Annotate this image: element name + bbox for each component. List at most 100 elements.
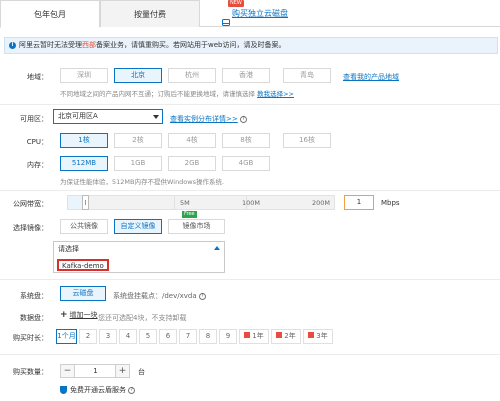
- region-option[interactable]: 香港: [222, 68, 270, 83]
- bandwidth-slider[interactable]: 5M 100M 200M: [67, 195, 335, 210]
- instance-distribution-link[interactable]: 查看实例分布详情>>: [170, 115, 238, 123]
- dropdown-option-kafka-demo[interactable]: Kafka-demo: [57, 259, 109, 271]
- zone-label: 可用区：: [20, 115, 48, 123]
- memory-option-selected[interactable]: 512MB: [60, 156, 108, 171]
- duration-option[interactable]: 6: [159, 329, 177, 344]
- tab-subscription[interactable]: 包年包月: [0, 0, 100, 28]
- duration-option[interactable]: 8: [199, 329, 217, 344]
- new-badge: NEW: [228, 0, 244, 7]
- cpu-option-selected[interactable]: 1核: [60, 133, 108, 148]
- notice-text-before: 阿里云暂时无法受理: [19, 41, 82, 49]
- duration-option[interactable]: 2: [79, 329, 97, 344]
- bandwidth-input[interactable]: 1: [344, 195, 374, 210]
- image-option-custom[interactable]: 自定义镜像: [114, 219, 162, 234]
- free-badge: Free: [182, 211, 197, 218]
- notice-bar: i 阿里云暂时无法受理西部备案业务，请慎重购买。若网站用于web访问，请及时备案…: [4, 37, 498, 54]
- plus-icon: +: [60, 310, 68, 320]
- dropdown-header[interactable]: 请选择: [54, 242, 224, 256]
- data-disk-hint: 您还可选配4块，不支持卸载: [98, 314, 187, 322]
- tab-buy-disk-label: 购买独立云磁盘: [232, 9, 288, 18]
- region-label: 地域：: [27, 73, 48, 81]
- dropdown-placeholder: 请选择: [58, 245, 79, 253]
- slider-tick: [174, 196, 175, 209]
- region-hint-text: 不同地域之间的产品内网不互通；订购后不能更换地域，请谨慎选择: [60, 90, 255, 98]
- memory-label: 内存：: [27, 161, 48, 169]
- duration-option-year[interactable]: 3年: [303, 329, 333, 344]
- region-option-selected[interactable]: 北京: [114, 68, 162, 83]
- tab-pay-as-you-go[interactable]: 按量付费: [100, 0, 200, 27]
- quantity-stepper: − 1 +: [60, 364, 130, 378]
- memory-option[interactable]: 2GB: [168, 156, 216, 171]
- cpu-option[interactable]: 8核: [222, 133, 270, 148]
- cpu-option[interactable]: 2核: [114, 133, 162, 148]
- bandwidth-label: 公网带宽：: [13, 200, 48, 208]
- duration-year-label: 1年: [252, 332, 264, 340]
- quantity-label: 购买数量：: [13, 368, 48, 376]
- divider: [0, 104, 500, 105]
- notice-highlight: 西部: [82, 41, 96, 49]
- security-label: 免费开通云盾服务: [70, 386, 126, 394]
- duration-option-selected[interactable]: 1个月: [56, 329, 77, 344]
- image-option-public[interactable]: 公共镜像: [60, 219, 108, 234]
- region-option[interactable]: 青岛: [283, 68, 331, 83]
- chevron-up-icon: [214, 246, 220, 250]
- region-hint: 不同地域之间的产品内网不互通；订购后不能更换地域，请谨慎选择 教我选择>>: [60, 88, 294, 98]
- region-option[interactable]: 深圳: [60, 68, 108, 83]
- cpu-option[interactable]: 16核: [283, 133, 331, 148]
- region-option[interactable]: 杭州: [168, 68, 216, 83]
- gift-icon: [244, 332, 251, 338]
- system-disk-type[interactable]: 云磁盘: [60, 286, 106, 301]
- grip-icon: [85, 200, 86, 205]
- quantity-minus-button[interactable]: −: [61, 365, 75, 377]
- tick-label-100m: 100M: [242, 199, 261, 207]
- duration-option[interactable]: 9: [219, 329, 237, 344]
- cpu-label: CPU：: [26, 138, 48, 146]
- memory-option[interactable]: 4GB: [222, 156, 270, 171]
- add-data-disk-button[interactable]: + 增加一块: [60, 310, 98, 320]
- memory-option[interactable]: 1GB: [114, 156, 162, 171]
- duration-option-year[interactable]: 2年: [271, 329, 301, 344]
- quantity-plus-button[interactable]: +: [115, 365, 129, 377]
- system-disk-hint: 系统盘挂载点：/dev/xvda ?: [113, 291, 206, 301]
- quantity-input[interactable]: 1: [76, 365, 115, 377]
- divider: [0, 190, 500, 191]
- duration-option[interactable]: 7: [179, 329, 197, 344]
- tab-bar: 包年包月 按量付费 购买独立云磁盘 NEW: [0, 0, 500, 28]
- zone-value: 北京可用区A: [58, 112, 98, 120]
- tab-buy-disk[interactable]: 购买独立云磁盘: [200, 0, 310, 27]
- duration-option-year[interactable]: 1年: [239, 329, 269, 344]
- duration-year-label: 3年: [316, 332, 328, 340]
- duration-option[interactable]: 3: [99, 329, 117, 344]
- help-icon[interactable]: ?: [239, 115, 247, 123]
- system-disk-label: 系统盘：: [20, 292, 48, 300]
- gift-icon: [308, 332, 315, 338]
- help-icon[interactable]: ?: [198, 292, 206, 300]
- zone-select[interactable]: 北京可用区A: [53, 109, 163, 124]
- duration-year-label: 2年: [284, 332, 296, 340]
- security-service: 免费开通云盾服务 ?: [60, 385, 136, 395]
- help-icon[interactable]: ?: [128, 386, 136, 394]
- duration-option[interactable]: 5: [139, 329, 157, 344]
- teach-me-link[interactable]: 教我选择>>: [257, 90, 294, 98]
- info-icon: i: [9, 42, 16, 49]
- bandwidth-unit: Mbps: [381, 199, 400, 207]
- image-label: 选择镜像：: [13, 224, 48, 232]
- tick-label-200m: 200M: [312, 199, 331, 207]
- zone-detail: 查看实例分布详情>> ?: [170, 114, 247, 124]
- slider-handle[interactable]: [82, 195, 89, 210]
- image-option-market[interactable]: 镜像市场: [168, 219, 225, 234]
- system-disk-mount: 系统盘挂载点：/dev/xvda: [113, 292, 197, 300]
- my-product-region-link[interactable]: 查看我的产品地域: [343, 72, 399, 82]
- disk-icon: [222, 10, 230, 26]
- add-data-disk-label: 增加一块: [69, 311, 98, 319]
- cpu-option[interactable]: 4核: [168, 133, 216, 148]
- tick-label-5m: 5M: [180, 199, 190, 207]
- image-dropdown[interactable]: 请选择 Kafka-demo: [53, 241, 225, 273]
- chevron-down-icon: [153, 115, 159, 119]
- data-disk-label: 数据盘：: [20, 314, 48, 322]
- quantity-unit: 台: [138, 368, 145, 376]
- divider: [0, 279, 500, 280]
- shield-icon: [60, 386, 67, 394]
- duration-option[interactable]: 4: [119, 329, 137, 344]
- memory-hint: 为保证性能体验，512MB内存不提供Windows操作系统.: [60, 178, 225, 186]
